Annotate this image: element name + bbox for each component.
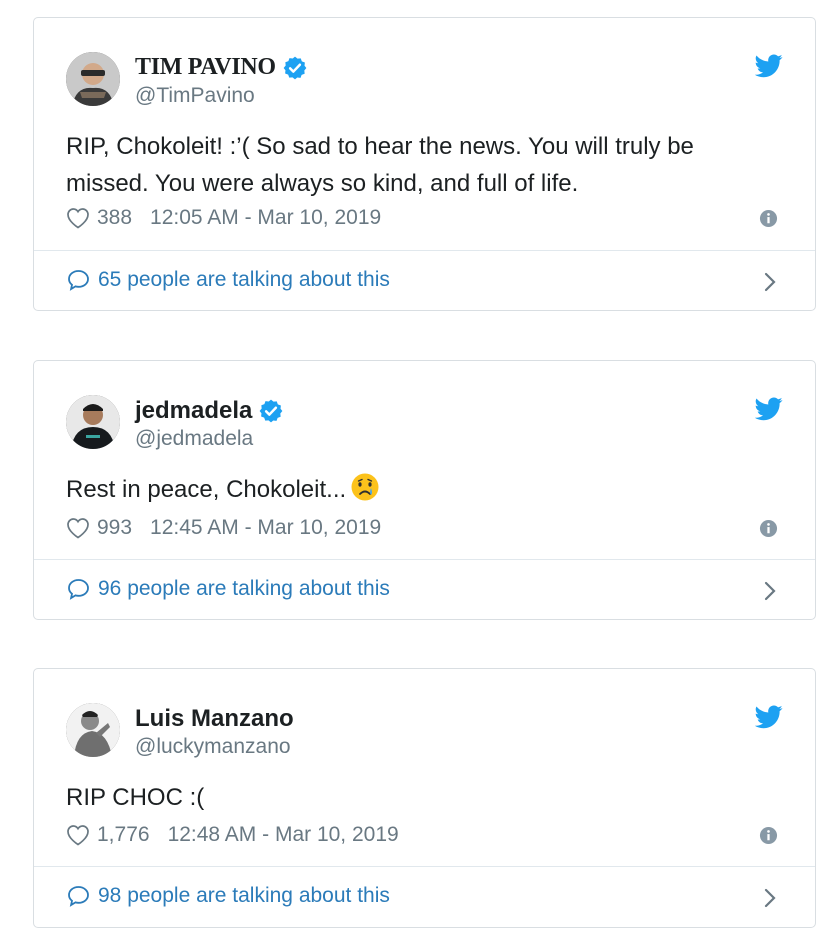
chevron-right-icon[interactable] [763,887,777,909]
like-count[interactable]: 1,776 [97,823,150,847]
tweet-card: jedmadela @jedmadela Rest in peace, Chok… [33,360,816,620]
tweet-text: RIP, Chokoleit! :’( So sad to hear the n… [66,133,694,197]
comment-bubble-icon [68,886,89,907]
conversation-link[interactable]: 65 people are talking about this [66,268,390,292]
tweet-meta: 388 12:05 AM - Mar 10, 2019 [66,206,381,230]
timestamp[interactable]: 12:05 AM - Mar 10, 2019 [150,206,381,230]
divider [34,559,815,560]
conversation-text[interactable]: 96 people are talking about this [98,577,390,601]
conversation-text[interactable]: 98 people are talking about this [98,884,390,908]
user-handle[interactable]: @jedmadela [135,427,253,451]
tweet-meta: 1,776 12:48 AM - Mar 10, 2019 [66,823,399,847]
comment-bubble-icon [68,579,89,600]
avatar[interactable] [66,703,120,757]
like-count[interactable]: 388 [97,206,132,230]
avatar[interactable] [66,52,120,106]
timestamp[interactable]: 12:45 AM - Mar 10, 2019 [150,516,381,540]
conversation-text[interactable]: 65 people are talking about this [98,268,390,292]
tweet-meta: 993 12:45 AM - Mar 10, 2019 [66,516,381,540]
comment-bubble-icon [68,270,89,291]
chevron-right-icon[interactable] [763,271,777,293]
tweet-card: TIM PAVINO @TimPavino RIP, Chokoleit! :’… [33,17,816,311]
verified-badge-icon [283,56,307,79]
display-name[interactable]: TIM PAVINO [135,54,308,81]
tweet-text-content: Rest in peace, Chokoleit... [66,476,347,503]
like-count[interactable]: 993 [97,516,132,540]
tweet-text: Rest in peace, Chokoleit... [66,471,776,508]
info-icon[interactable] [759,826,778,845]
timestamp[interactable]: 12:48 AM - Mar 10, 2019 [168,823,399,847]
twitter-bird-icon[interactable] [755,54,783,78]
heart-icon[interactable] [66,207,90,229]
tweet-text: RIP CHOC :( [66,784,205,811]
divider [34,866,815,867]
display-name[interactable]: Luis Manzano [135,705,294,733]
chevron-right-icon[interactable] [763,580,777,602]
display-name[interactable]: jedmadela [135,397,284,425]
user-handle[interactable]: @TimPavino [135,84,255,108]
info-icon[interactable] [759,209,778,228]
twitter-bird-icon[interactable] [755,397,783,421]
tweet-card: Luis Manzano @luckymanzano RIP CHOC :( 1… [33,668,816,928]
display-name-text[interactable]: TIM PAVINO [135,54,276,81]
verified-badge-icon [260,399,283,423]
divider [34,250,815,251]
display-name-text[interactable]: Luis Manzano [135,705,294,733]
conversation-link[interactable]: 96 people are talking about this [66,577,390,601]
heart-icon[interactable] [66,824,90,846]
conversation-link[interactable]: 98 people are talking about this [66,884,390,908]
info-icon[interactable] [759,519,778,538]
crying-face-emoji-icon [351,473,379,501]
avatar[interactable] [66,395,120,449]
user-handle[interactable]: @luckymanzano [135,735,291,759]
heart-icon[interactable] [66,517,90,539]
display-name-text[interactable]: jedmadela [135,397,252,425]
twitter-bird-icon[interactable] [755,705,783,729]
